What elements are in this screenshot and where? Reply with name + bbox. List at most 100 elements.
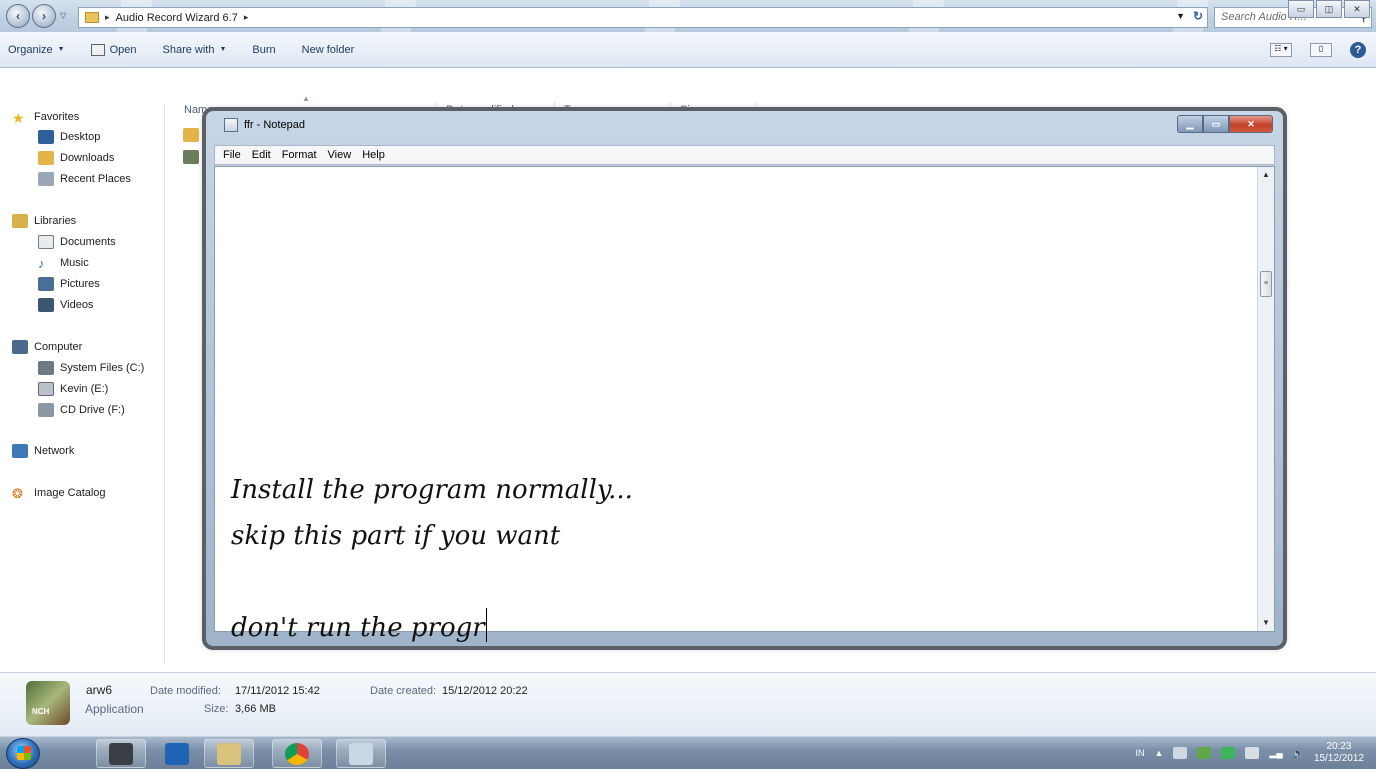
network-signal-icon[interactable]: ▂▄ — [1269, 748, 1282, 759]
address-dropdown-icon[interactable]: ▼ — [1176, 11, 1185, 21]
folder-icon — [85, 12, 99, 23]
open-label: Open — [109, 43, 137, 56]
notepad-titlebar: ffr - Notepad — [224, 118, 305, 132]
nav-desktop[interactable]: Desktop — [38, 128, 100, 146]
toolbar-right: ☷ ▾ ▯ ? — [1270, 42, 1366, 58]
chrome-icon — [285, 742, 309, 765]
menu-file[interactable]: File — [223, 149, 241, 161]
minimize-button[interactable]: ▁ — [1177, 115, 1203, 133]
taskbar-app-chrome[interactable] — [272, 739, 322, 768]
app-tray-icon[interactable] — [1221, 747, 1236, 759]
taskbar-app-media[interactable] — [96, 739, 146, 768]
sort-up-icon: ▲ — [302, 94, 310, 103]
vertical-scrollbar[interactable]: ▲ ≡ ▼ — [1257, 167, 1274, 631]
open-icon — [90, 43, 105, 56]
start-button[interactable] — [6, 738, 40, 769]
computer-icon — [12, 340, 28, 354]
scroll-thumb[interactable]: ≡ — [1260, 271, 1272, 297]
cd-drive-icon — [38, 403, 54, 417]
share-with-button[interactable]: Share with ▼ — [163, 44, 227, 56]
scroll-up-icon[interactable]: ▲ — [1258, 167, 1274, 183]
share-with-label: Share with — [162, 43, 215, 56]
burn-button[interactable]: Burn — [252, 44, 275, 56]
notepad-icon — [224, 118, 238, 132]
nav-cd-drive[interactable]: CD Drive (F:) — [38, 401, 125, 419]
explorer-window-controls: ▭ ◫ ✕ — [1288, 0, 1370, 18]
back-arrow-icon: ‹ — [16, 9, 20, 23]
back-button[interactable]: ‹ — [6, 4, 30, 28]
notepad-text-area[interactable]: Install the program normally... skip thi… — [214, 166, 1275, 643]
breadcrumb-current[interactable]: Audio Record Wizard 6.7 — [116, 12, 238, 24]
current-line-text: don't run the progr — [231, 613, 485, 643]
navigation-pane: ★ Favorites Desktop Downloads Recent Pla… — [0, 104, 165, 664]
nav-recent-places[interactable]: Recent Places — [38, 170, 131, 188]
nav-kevin[interactable]: Kevin (E:) — [38, 380, 108, 398]
maximize-button[interactable]: ◫ — [1316, 0, 1342, 18]
details-size-value: 3,66 MB — [235, 703, 276, 715]
nav-network[interactable]: Network — [12, 442, 74, 460]
nav-cd-drive-label: CD Drive (F:) — [60, 404, 125, 416]
explorer-titlebar: ‹ › ▽ ▸ Audio Record Wizard 6.7 ▸ ▼ ↻ Se… — [0, 0, 1376, 32]
menu-view[interactable]: View — [328, 149, 352, 161]
language-indicator[interactable]: IN — [1135, 748, 1144, 758]
recent-pages-icon[interactable]: ▽ — [60, 11, 66, 20]
image-catalog-icon: ❂ — [12, 486, 23, 501]
notepad-window-controls: ▁ ▭ ✕ — [1177, 115, 1273, 133]
notepad-text[interactable]: Install the program normally... skip thi… — [231, 467, 1231, 651]
power-icon[interactable] — [1245, 747, 1260, 759]
show-hidden-icons-icon[interactable]: ▲ — [1154, 748, 1163, 758]
new-folder-button[interactable]: New folder — [302, 44, 355, 56]
nav-system-files-label: System Files (C:) — [60, 362, 145, 374]
nav-image-catalog[interactable]: ❂ Image Catalog — [12, 484, 106, 502]
help-icon[interactable]: ? — [1350, 42, 1366, 58]
nav-kevin-label: Kevin (E:) — [60, 383, 109, 395]
details-file-name: arw6 — [86, 683, 113, 697]
volume-icon[interactable]: 🔈 — [1293, 748, 1304, 759]
nav-downloads[interactable]: Downloads — [38, 149, 114, 167]
taskbar-app-notepad[interactable] — [336, 739, 386, 768]
menu-help[interactable]: Help — [362, 149, 385, 161]
pictures-icon — [38, 277, 54, 291]
address-bar[interactable]: ▸ Audio Record Wizard 6.7 ▸ ▼ ↻ — [78, 7, 1208, 28]
caret-down-icon: ▼ — [57, 46, 65, 53]
nav-music[interactable]: ♪ Music — [38, 254, 89, 272]
notepad-menubar: File Edit Format View Help — [214, 145, 1275, 165]
notepad-icon — [349, 742, 373, 765]
view-options-icon[interactable]: ☷ ▾ — [1270, 43, 1292, 57]
folder-icon[interactable] — [183, 128, 199, 142]
scroll-down-icon[interactable]: ▼ — [1258, 615, 1274, 631]
close-button[interactable]: ✕ — [1344, 0, 1370, 18]
breadcrumb-arrow-icon[interactable]: ▸ — [244, 12, 249, 23]
action-center-icon[interactable] — [1173, 747, 1188, 759]
nav-system-files[interactable]: System Files (C:) — [38, 359, 144, 377]
refresh-icon[interactable]: ↻ — [1193, 9, 1203, 23]
security-icon[interactable] — [1197, 747, 1212, 759]
application-icon[interactable] — [183, 150, 199, 164]
maximize-button[interactable]: ▭ — [1203, 115, 1229, 133]
organize-button[interactable]: Organize ▼ — [8, 44, 65, 56]
nav-libraries[interactable]: Libraries — [12, 212, 76, 230]
desktop-icon — [38, 130, 54, 144]
minimize-button[interactable]: ▭ — [1288, 0, 1314, 18]
nav-music-label: Music — [60, 257, 89, 269]
nav-documents[interactable]: Documents — [38, 233, 116, 251]
nav-pictures[interactable]: Pictures — [38, 275, 100, 293]
text-cursor — [485, 608, 487, 642]
nav-computer[interactable]: Computer — [12, 338, 82, 356]
nav-videos[interactable]: Videos — [38, 296, 93, 314]
details-date-modified-value: 17/11/2012 15:42 — [235, 685, 320, 697]
clock[interactable]: 20:23 15/12/2012 — [1314, 741, 1364, 765]
nav-favorites[interactable]: ★ Favorites — [12, 108, 79, 126]
menu-format[interactable]: Format — [282, 149, 317, 161]
details-date-created-label: Date created: — [370, 685, 437, 697]
taskbar-app-explorer[interactable] — [204, 739, 254, 768]
breadcrumb-arrow-icon[interactable]: ▸ — [105, 12, 110, 23]
forward-button[interactable]: › — [32, 4, 56, 28]
close-button[interactable]: ✕ — [1229, 115, 1273, 133]
preview-pane-icon[interactable]: ▯ — [1310, 43, 1332, 57]
open-button[interactable]: Open — [90, 43, 137, 56]
taskbar-app-outlook[interactable] — [152, 739, 202, 768]
burn-label: Burn — [252, 43, 276, 56]
menu-edit[interactable]: Edit — [252, 149, 271, 161]
new-folder-label: New folder — [301, 43, 355, 56]
